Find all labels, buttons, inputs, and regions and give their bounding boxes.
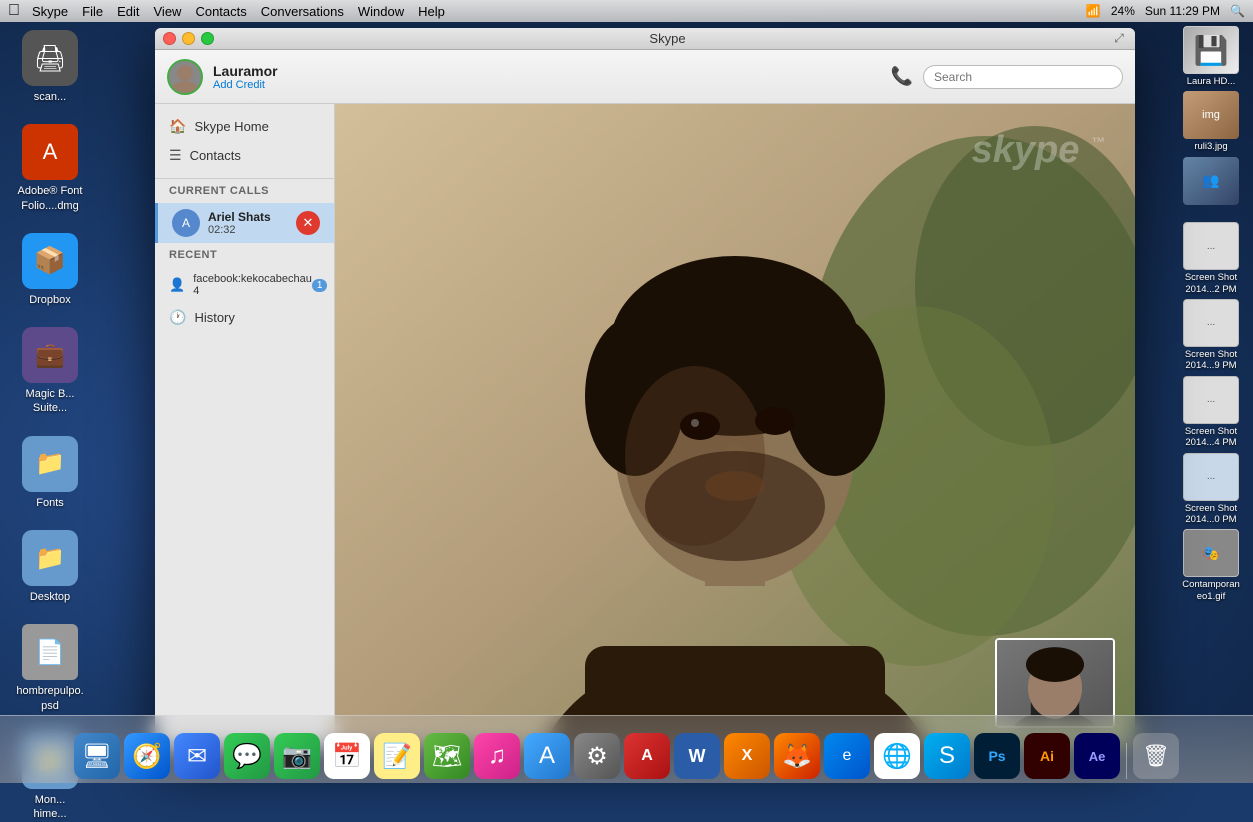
search-input[interactable] [923,65,1123,89]
menubar-right: 📶 24% Sun 11:29 PM 🔍 [1086,4,1245,18]
desktop-icon-screenshot1[interactable]: ... Screen Shot2014...2 PM [1177,222,1245,295]
end-call-button[interactable]: ✕ [296,211,320,235]
dock-item-skype[interactable]: S [924,733,970,779]
dock: 🖥 🧭 ✉ 💬 📷 📅 📝 🗺 ♫ A ⚙ A W X 🦊 e 🌐 S Ps A… [0,715,1253,783]
user-info: Lauramor Add Credit [213,63,891,91]
sidebar-item-history[interactable]: 🕐 History [155,303,334,332]
apple-menu[interactable]:  [8,2,20,20]
phone-icon[interactable]: 📞 [891,66,913,87]
sidebar-item-skype-home[interactable]: 🏠 Skype Home [155,112,334,141]
desktop-icon-adobe[interactable]: A Adobe® FontFolio....dmg [10,124,90,213]
sidebar-nav: 🏠 Skype Home ☰ Contacts [155,104,334,179]
recent-badge: 1 [312,279,328,292]
dock-item-chrome[interactable]: 🌐 [874,733,920,779]
menu-window[interactable]: Window [358,4,404,19]
window-titlebar: Skype ⤢ [155,28,1135,50]
video-main: skype ™ [335,104,1135,748]
dock-item-messages[interactable]: 💬 [224,733,270,779]
desktop-icon-screenshot3[interactable]: ... Screen Shot2014...4 PM [1177,376,1245,449]
desktop-icon-magic-briefcase[interactable]: 💼 Magic B...Suite... [10,327,90,416]
dock-item-sysprefs[interactable]: ⚙ [574,733,620,779]
desktop-icons-left: 🖨 scan... A Adobe® FontFolio....dmg 📦 Dr… [10,30,90,822]
dock-item-x-icon[interactable]: X [724,733,770,779]
menu-contacts[interactable]: Contacts [195,4,246,19]
menu-edit[interactable]: Edit [117,4,139,19]
dock-item-trash[interactable]: 🗑 [1133,733,1179,779]
dock-item-appstore[interactable]: A [524,733,570,779]
desktop-icon-fonts[interactable]: 📁 Fonts [10,436,90,510]
desktop-icon-contemporaneo[interactable]: 🎭 Contamporaneo1.gif [1177,529,1245,602]
current-call-item[interactable]: A Ariel Shats 02:32 ✕ [155,203,334,243]
dock-item-facetime[interactable]: 📷 [274,733,320,779]
clock: Sun 11:29 PM [1145,4,1220,18]
menu-help[interactable]: Help [418,4,445,19]
desktop-icon-screenshot4[interactable]: ... Screen Shot2014...0 PM [1177,453,1245,526]
username: Lauramor [213,63,891,79]
dock-separator [1126,743,1127,779]
menu-file[interactable]: File [82,4,103,19]
menu-view[interactable]: View [154,4,182,19]
contacts-icon: ☰ [169,147,182,164]
dock-item-itunes[interactable]: ♫ [474,733,520,779]
dock-item-illustrator[interactable]: Ai [1024,733,1070,779]
dock-item-ae[interactable]: Ae [1074,733,1120,779]
recent-icon: 👤 [169,277,185,293]
history-icon: 🕐 [169,309,186,326]
window-expand-button[interactable]: ⤢ [1111,31,1127,47]
desktop-icon-ruli3[interactable]: img ruli3.jpg [1177,91,1245,152]
window-minimize-button[interactable] [182,32,195,45]
desktop-icon-scanner[interactable]: 🖨 scan... [10,30,90,104]
skype-main: 🏠 Skype Home ☰ Contacts CURRENT CALLS A … [155,104,1135,748]
dock-item-calendar[interactable]: 📅 [324,733,370,779]
skype-window: Skype ⤢ Lauramor Add Credit 📞 [155,28,1135,748]
header-icons: 📞 [891,65,1123,89]
recent-header: RECENT [155,243,334,267]
desktop:  Skype File Edit View Contacts Conversa… [0,0,1253,783]
video-area: skype ™ [335,104,1135,748]
call-timer: 02:32 [208,224,296,236]
dock-item-maps[interactable]: 🗺 [424,733,470,779]
dock-item-mail[interactable]: ✉ [174,733,220,779]
menu-skype[interactable]: Skype [32,4,68,19]
call-avatar: A [172,209,200,237]
sidebar-item-contacts[interactable]: ☰ Contacts [155,141,334,170]
menu-conversations[interactable]: Conversations [261,4,344,19]
dock-item-firefox[interactable]: 🦊 [774,733,820,779]
self-video-inner [997,640,1113,726]
window-close-button[interactable] [163,32,176,45]
desktop-icon-dropbox[interactable]: 📦 Dropbox [10,233,90,307]
window-title: Skype [224,31,1111,46]
skype-header: Lauramor Add Credit 📞 [155,50,1135,104]
desktop-icon-desktop[interactable]: 📁 Desktop [10,530,90,604]
desktop-icon-screenshot2[interactable]: ... Screen Shot2014...9 PM [1177,299,1245,372]
wifi-icon: 📶 [1086,4,1101,18]
spotlight-icon[interactable]: 🔍 [1230,4,1245,18]
dock-item-finder[interactable]: 🖥 [74,733,120,779]
dock-item-safari[interactable]: 🧭 [124,733,170,779]
desktop-icon-laura-hd[interactable]: 💾 Laura HD... [1177,26,1245,87]
call-info: Ariel Shats 02:32 [208,210,296,236]
window-maximize-button[interactable] [201,32,214,45]
current-calls-header: CURRENT CALLS [155,179,334,203]
dock-item-ie[interactable]: e [824,733,870,779]
desktop-icon-family-photo[interactable]: 👥 [1177,157,1245,218]
battery-status: 24% [1111,4,1135,18]
user-avatar [167,59,203,95]
window-controls [163,32,214,45]
dock-item-acrobat[interactable]: A [624,733,670,779]
home-icon: 🏠 [169,118,186,135]
desktop-icon-hombre[interactable]: 📄 hombrepulpo.psd [10,624,90,713]
skype-watermark: skype ™ [972,124,1105,172]
recent-item-facebook[interactable]: 👤 facebook:kekocabechau 4 1 [155,267,334,303]
dock-item-notes[interactable]: 📝 [374,733,420,779]
dock-item-word[interactable]: W [674,733,720,779]
menubar:  Skype File Edit View Contacts Conversa… [0,0,1253,22]
dock-item-photoshop[interactable]: Ps [974,733,1020,779]
add-credit-link[interactable]: Add Credit [213,79,891,91]
sidebar: 🏠 Skype Home ☰ Contacts CURRENT CALLS A … [155,104,335,748]
desktop-icons-right: 💾 Laura HD... img ruli3.jpg 👥 ... Screen… [1177,26,1245,602]
call-name: Ariel Shats [208,210,296,224]
